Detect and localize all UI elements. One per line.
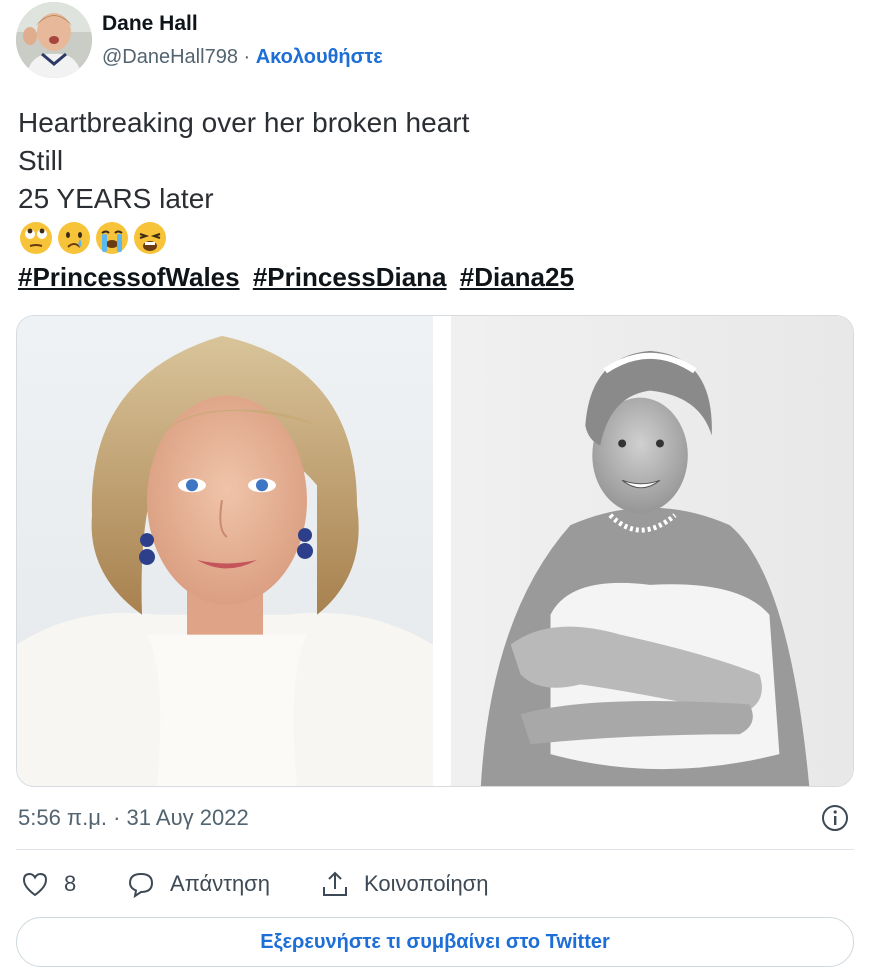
like-button[interactable]: 8	[20, 869, 76, 899]
hashtag-row: #PrincessofWales #PrincessDiana #Diana25	[18, 262, 580, 293]
emoji-row	[18, 220, 168, 256]
tweet-line: 25 YEARS later	[18, 183, 214, 214]
hashtag-link[interactable]: #Diana25	[460, 262, 574, 292]
timestamp[interactable]: 5:56 π.μ. · 31 Αυγ 2022	[18, 805, 249, 831]
handle-row: @DaneHall798 · Ακολουθήστε	[102, 46, 383, 69]
explore-twitter-button[interactable]: Εξερευνήστε τι συμβαίνει στο Twitter	[16, 917, 854, 967]
tweet-text: Heartbreaking over her broken heart Stil…	[18, 104, 469, 218]
crying-face-icon	[58, 222, 90, 254]
share-button[interactable]: Κοινοποίηση	[320, 869, 489, 899]
info-icon[interactable]	[820, 803, 850, 833]
tweet-line: Still	[18, 145, 64, 176]
reply-button[interactable]: Απάντηση	[126, 869, 270, 899]
avatar[interactable]	[16, 2, 92, 78]
heart-icon	[22, 872, 48, 897]
photo-black-and-white-portrait[interactable]	[451, 316, 853, 786]
tweet-card: Dane Hall @DaneHall798 · Ακολουθήστε Hea…	[0, 0, 880, 979]
share-icon	[323, 871, 347, 896]
photo-gap	[433, 316, 451, 786]
face-with-rolling-eyes-icon	[20, 222, 52, 254]
weary-face-icon	[134, 222, 166, 254]
reply-label: Απάντηση	[170, 871, 270, 896]
divider	[16, 849, 854, 850]
photo-color-portrait[interactable]	[17, 316, 433, 786]
hashtag-link[interactable]: #PrincessofWales	[18, 262, 240, 292]
share-label: Κοινοποίηση	[364, 871, 489, 896]
user-name[interactable]: Dane Hall	[102, 12, 198, 36]
like-count: 8	[64, 871, 77, 896]
hashtag-link[interactable]: #PrincessDiana	[253, 262, 447, 292]
tweet-line: Heartbreaking over her broken heart	[18, 107, 470, 138]
user-handle[interactable]: @DaneHall798	[102, 46, 238, 68]
follow-button[interactable]: Ακολουθήστε	[256, 46, 383, 68]
explore-label: Εξερευνήστε τι συμβαίνει στο Twitter	[260, 930, 610, 953]
separator: ·	[237, 46, 256, 68]
reply-icon	[128, 872, 154, 899]
loudly-crying-face-icon	[96, 222, 128, 254]
media-grid	[16, 315, 854, 787]
